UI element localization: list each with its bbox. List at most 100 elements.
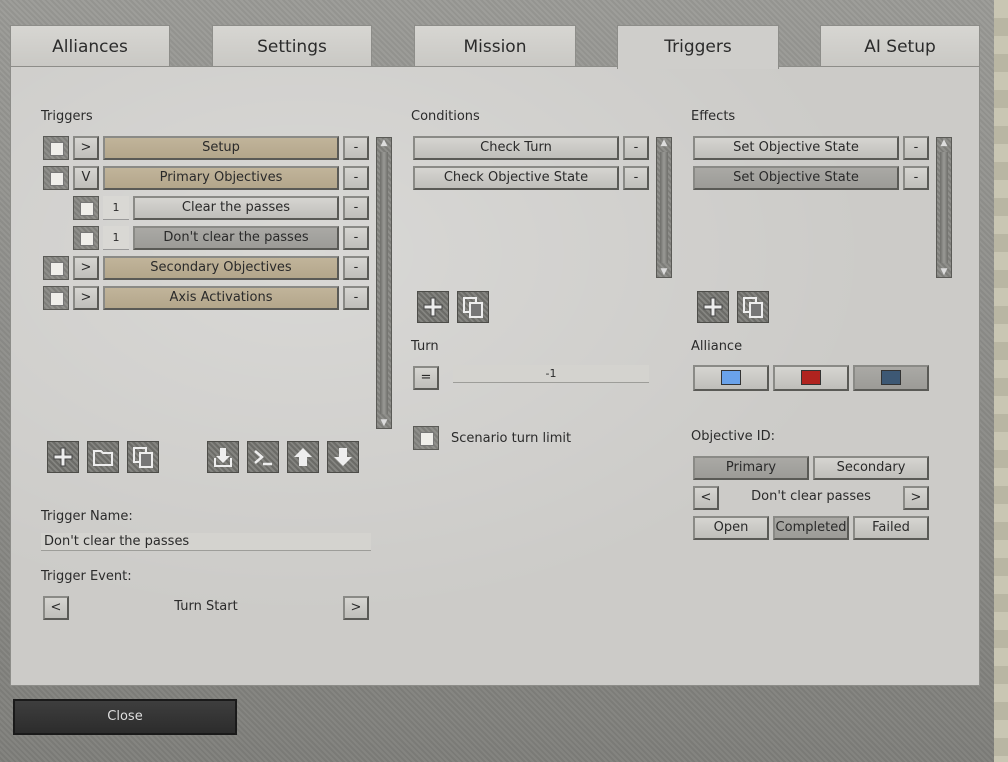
trigger-event-next-button[interactable]: > [343, 596, 369, 620]
trigger-enable-checkbox[interactable] [73, 226, 99, 250]
objective-type-secondary[interactable]: Secondary [813, 456, 929, 480]
trigger-expand-button[interactable]: > [73, 136, 99, 160]
add-icon [703, 297, 723, 317]
trigger-name-input[interactable]: Don't clear the passes [41, 533, 371, 551]
trigger-collapse-button[interactable]: V [73, 166, 99, 190]
scroll-up-arrow-icon[interactable]: ▲ [937, 138, 951, 148]
tab-settings[interactable]: Settings [212, 25, 372, 67]
scenario-turn-limit-checkbox[interactable] [413, 426, 439, 450]
condition-remove-button[interactable]: - [623, 136, 649, 160]
trigger-remove-button[interactable]: - [343, 286, 369, 310]
scroll-down-arrow-icon[interactable]: ▼ [657, 267, 671, 277]
trigger-enable-checkbox[interactable] [43, 136, 69, 160]
copy-effect-button[interactable] [737, 291, 769, 323]
trigger-expand-button[interactable]: > [73, 256, 99, 280]
scroll-down-arrow-icon[interactable]: ▼ [937, 267, 951, 277]
trigger-remove-button[interactable]: - [343, 256, 369, 280]
red-swatch [801, 370, 821, 385]
import-trigger-button[interactable] [207, 441, 239, 473]
conditions-scrollbar[interactable]: ▲ ▼ [656, 137, 672, 278]
trigger-event-value: Turn Start [174, 599, 238, 614]
trigger-expand-button[interactable]: > [73, 286, 99, 310]
add-icon [423, 297, 443, 317]
trigger-order-number: 1 [103, 226, 129, 250]
objective-id-label: Objective ID: [691, 429, 775, 444]
tab-triggers[interactable]: Triggers [617, 25, 779, 69]
turn-label: Turn [411, 339, 439, 354]
alliance-label: Alliance [691, 339, 743, 354]
trigger-remove-button[interactable]: - [343, 196, 369, 220]
add-icon [53, 447, 73, 467]
condition-remove-button[interactable]: - [623, 166, 649, 190]
tab-alliances[interactable]: Alliances [10, 25, 170, 67]
trigger-enable-checkbox[interactable] [73, 196, 99, 220]
triggers-scrollbar[interactable]: ▲ ▼ [376, 137, 392, 429]
scroll-up-arrow-icon[interactable]: ▲ [377, 138, 391, 148]
add-condition-button[interactable] [417, 291, 449, 323]
trigger-event-prev-button[interactable]: < [43, 596, 69, 620]
trigger-remove-button[interactable]: - [343, 166, 369, 190]
scenario-turn-limit-label: Scenario turn limit [451, 431, 572, 446]
objective-prev-button[interactable]: < [693, 486, 719, 510]
move-down-icon [334, 448, 352, 466]
alliance-red-button[interactable] [773, 365, 849, 391]
effect-remove-button[interactable]: - [903, 166, 929, 190]
copy-icon [743, 297, 763, 318]
tab-ai-setup[interactable]: AI Setup [820, 25, 980, 67]
objective-state-failed[interactable]: Failed [853, 516, 929, 540]
scroll-thumb[interactable] [660, 152, 668, 263]
condition-item-check-objective-state[interactable]: Check Objective State [413, 166, 619, 190]
trigger-remove-button[interactable]: - [343, 226, 369, 250]
move-down-button[interactable] [327, 441, 359, 473]
trigger-enable-checkbox[interactable] [43, 286, 69, 310]
effect-item-set-objective-state[interactable]: Set Objective State [693, 136, 899, 160]
scroll-down-arrow-icon[interactable]: ▼ [377, 418, 391, 428]
effect-item-set-objective-state-selected[interactable]: Set Objective State [693, 166, 899, 190]
objective-next-button[interactable]: > [903, 486, 929, 510]
tab-mission[interactable]: Mission [414, 25, 576, 67]
objective-state-completed[interactable]: Completed [773, 516, 849, 540]
blue-swatch [721, 370, 741, 385]
trigger-event-label: Trigger Event: [41, 569, 132, 584]
turn-operator-button[interactable]: = [413, 366, 439, 390]
trigger-enable-checkbox[interactable] [43, 166, 69, 190]
scroll-thumb[interactable] [380, 152, 388, 414]
effects-scrollbar[interactable]: ▲ ▼ [936, 137, 952, 278]
trigger-remove-button[interactable]: - [343, 136, 369, 160]
map-edge [994, 0, 1008, 762]
trigger-item-axis-activations[interactable]: Axis Activations [103, 286, 339, 310]
add-folder-button[interactable] [87, 441, 119, 473]
copy-trigger-button[interactable] [127, 441, 159, 473]
script-trigger-button[interactable] [247, 441, 279, 473]
scroll-thumb[interactable] [940, 152, 948, 263]
folder-icon [93, 450, 113, 466]
copy-icon [463, 297, 483, 318]
turn-value-input[interactable]: -1 [453, 365, 649, 383]
trigger-item-primary-objectives[interactable]: Primary Objectives [103, 166, 339, 190]
trigger-item-clear-the-passes[interactable]: Clear the passes [133, 196, 339, 220]
import-icon [214, 448, 232, 467]
scroll-up-arrow-icon[interactable]: ▲ [657, 138, 671, 148]
objective-type-primary[interactable]: Primary [693, 456, 809, 480]
close-button[interactable]: Close [13, 699, 237, 735]
conditions-heading: Conditions [411, 109, 480, 124]
objective-state-open[interactable]: Open [693, 516, 769, 540]
navy-swatch [881, 370, 901, 385]
effect-remove-button[interactable]: - [903, 136, 929, 160]
trigger-item-setup[interactable]: Setup [103, 136, 339, 160]
trigger-item-secondary-objectives[interactable]: Secondary Objectives [103, 256, 339, 280]
alliance-navy-button[interactable] [853, 365, 929, 391]
trigger-name-label: Trigger Name: [41, 509, 133, 524]
triggers-panel: Triggers > Setup - V Primary Objectives … [10, 66, 980, 686]
console-icon [254, 450, 272, 466]
objective-name: Don't clear passes [751, 489, 871, 504]
add-trigger-button[interactable] [47, 441, 79, 473]
move-up-button[interactable] [287, 441, 319, 473]
effects-heading: Effects [691, 109, 736, 124]
trigger-item-dont-clear-the-passes[interactable]: Don't clear the passes [133, 226, 339, 250]
add-effect-button[interactable] [697, 291, 729, 323]
alliance-blue-button[interactable] [693, 365, 769, 391]
copy-condition-button[interactable] [457, 291, 489, 323]
trigger-enable-checkbox[interactable] [43, 256, 69, 280]
condition-item-check-turn[interactable]: Check Turn [413, 136, 619, 160]
